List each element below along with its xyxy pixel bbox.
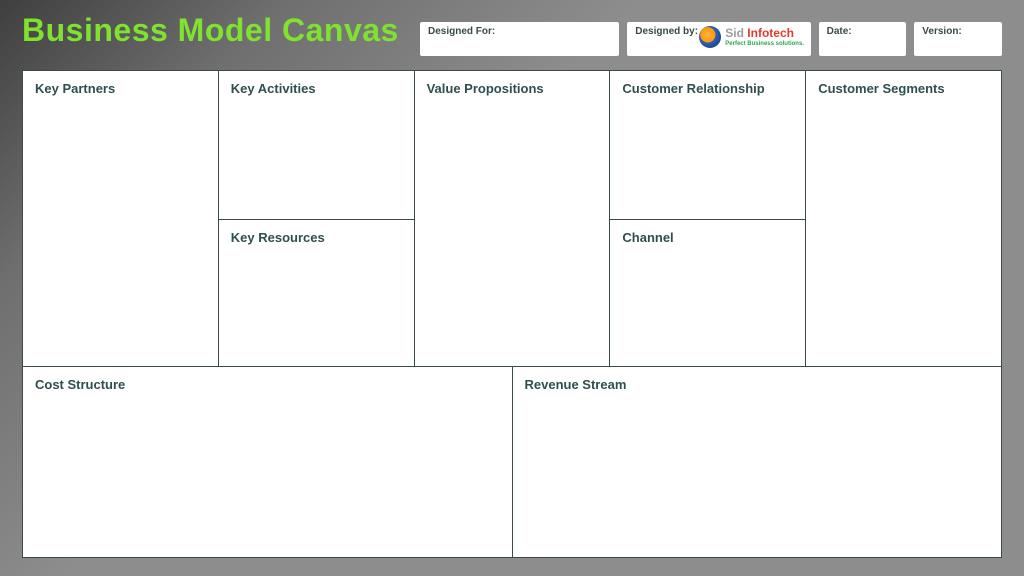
company-logo: Sid Infotech Perfect Business solutions. (699, 26, 804, 48)
designed-by-label: Designed by: (635, 26, 698, 37)
title-key-resources: Key Resources (231, 230, 402, 245)
logo-prefix: Sid (725, 26, 747, 40)
col-value-propositions: Value Propositions (415, 71, 611, 367)
cell-cost-structure: Cost Structure (23, 367, 513, 557)
title-key-activities: Key Activities (231, 81, 402, 96)
logo-tagline: Perfect Business solutions. (725, 41, 804, 47)
title-key-partners: Key Partners (35, 81, 206, 96)
version-label: Version: (922, 26, 961, 37)
cell-customer-relationship: Customer Relationship (610, 71, 805, 220)
title-cost-structure: Cost Structure (35, 377, 500, 392)
designed-by-box: Designed by: Sid Infotech Perfect Busine… (627, 22, 810, 56)
cell-customer-segments: Customer Segments (806, 71, 1001, 367)
business-model-canvas-page: Business Model Canvas Designed For: Desi… (0, 0, 1024, 576)
col-key-partners: Key Partners (23, 71, 219, 367)
col-relationship-channel: Customer Relationship Channel (610, 71, 806, 367)
date-label: Date: (827, 26, 852, 37)
logo-main: Sid Infotech (725, 27, 804, 39)
title-channel: Channel (622, 230, 793, 245)
meta-row: Designed For: Designed by: Sid Infotech … (420, 22, 1002, 56)
cell-revenue-stream: Revenue Stream (513, 367, 1002, 557)
cell-channel: Channel (610, 220, 805, 368)
cell-value-propositions: Value Propositions (415, 71, 610, 367)
title-customer-segments: Customer Segments (818, 81, 989, 96)
page-title: Business Model Canvas (22, 12, 399, 49)
date-box: Date: (819, 22, 907, 56)
cell-key-activities: Key Activities (219, 71, 414, 220)
canvas-top-row: Key Partners Key Activities Key Resource… (23, 71, 1001, 367)
col-activities-resources: Key Activities Key Resources (219, 71, 415, 367)
logo-mark-icon (699, 26, 721, 48)
title-customer-relationship: Customer Relationship (622, 81, 793, 96)
logo-text: Sid Infotech Perfect Business solutions. (725, 27, 804, 47)
title-value-propositions: Value Propositions (427, 81, 598, 96)
canvas-bottom-row: Cost Structure Revenue Stream (23, 366, 1001, 557)
canvas-grid: Key Partners Key Activities Key Resource… (22, 70, 1002, 558)
version-box: Version: (914, 22, 1002, 56)
cell-key-resources: Key Resources (219, 220, 414, 368)
col-customer-segments: Customer Segments (806, 71, 1001, 367)
title-revenue-stream: Revenue Stream (525, 377, 990, 392)
cell-key-partners: Key Partners (23, 71, 218, 367)
logo-accent: Infotech (747, 26, 794, 40)
designed-for-box: Designed For: (420, 22, 619, 56)
designed-for-label: Designed For: (428, 26, 495, 37)
